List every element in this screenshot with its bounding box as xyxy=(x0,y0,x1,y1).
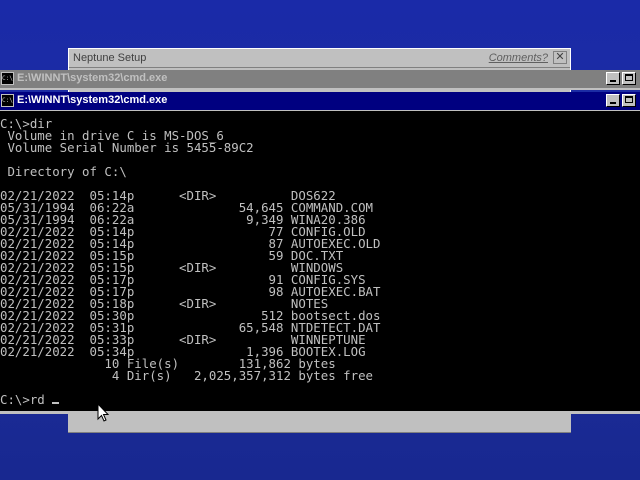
setup-titlebar[interactable]: Neptune Setup Comments? ✕ xyxy=(69,49,570,68)
console-output: C:\>dir Volume in drive C is MS-DOS_6 Vo… xyxy=(0,116,381,383)
maximize-icon xyxy=(625,96,633,103)
minimize-button[interactable] xyxy=(606,94,620,107)
comments-link[interactable]: Comments? xyxy=(489,52,548,64)
console-icon[interactable]: C:\ xyxy=(1,72,14,85)
minimize-icon xyxy=(610,102,616,104)
cmd-titlebar[interactable]: C:\ E:\WINNT\system32\cmd.exe xyxy=(0,92,640,110)
maximize-icon xyxy=(625,74,633,81)
maximize-button[interactable] xyxy=(622,94,636,107)
minimize-icon xyxy=(610,80,616,82)
maximize-button[interactable] xyxy=(622,72,636,85)
cmd-inactive-titlebar[interactable]: C:\ E:\WINNT\system32\cmd.exe xyxy=(0,70,640,88)
cmd-title: E:\WINNT\system32\cmd.exe xyxy=(17,94,168,106)
setup-window-bottom xyxy=(68,414,571,433)
console-text-wrapper: C:\>dir Volume in drive C is MS-DOS_6 Vo… xyxy=(0,118,380,406)
setup-title: Neptune Setup xyxy=(73,52,147,64)
minimize-button[interactable] xyxy=(606,72,620,85)
cmd-window-inactive: C:\ E:\WINNT\system32\cmd.exe xyxy=(0,70,640,90)
cmd-inactive-title: E:\WINNT\system32\cmd.exe xyxy=(17,72,168,84)
setup-close-button[interactable]: ✕ xyxy=(553,51,567,64)
prompt-line: C:\>rd xyxy=(0,392,53,407)
cmd-window: C:\ E:\WINNT\system32\cmd.exe C:\>dir Vo… xyxy=(0,92,640,414)
console-area[interactable]: C:\>dir Volume in drive C is MS-DOS_6 Vo… xyxy=(0,111,640,411)
text-cursor xyxy=(52,402,60,404)
console-icon[interactable]: C:\ xyxy=(1,94,14,107)
mouse-pointer-icon xyxy=(97,403,110,422)
